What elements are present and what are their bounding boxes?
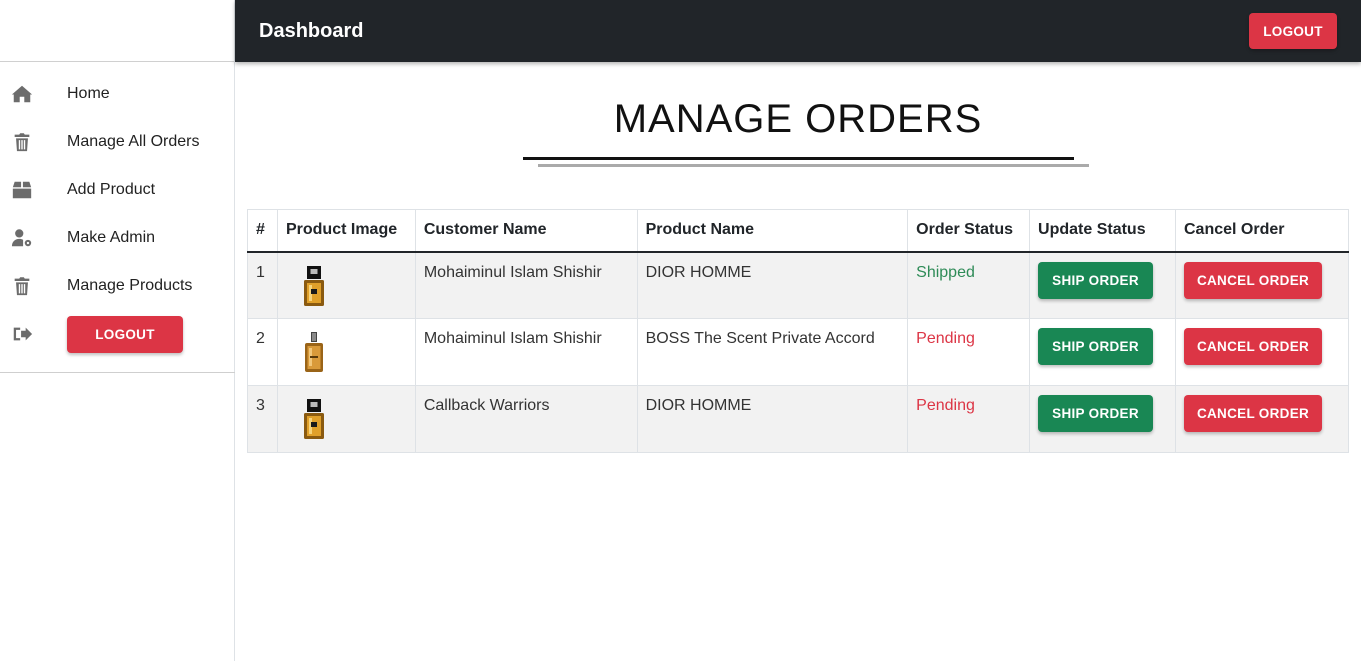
- main-content: MANAGE ORDERS # Product Image Customer N…: [235, 62, 1361, 453]
- perfume-bottle-image: [303, 399, 324, 439]
- update-status-cell: SHIP ORDER: [1029, 318, 1176, 386]
- title-underline: [523, 157, 1074, 160]
- trash-icon: [10, 274, 34, 298]
- table-row: 3 Callback Warriors DIOR HOMME Pending S…: [247, 385, 1349, 453]
- product-image-cell: [276, 385, 416, 453]
- cancel-order-button[interactable]: CANCEL ORDER: [1184, 328, 1322, 365]
- ship-order-button[interactable]: SHIP ORDER: [1038, 395, 1154, 432]
- title-underline-shadow: [538, 164, 1089, 167]
- column-header-update-status: Update Status: [1029, 209, 1176, 253]
- cancel-order-cell: CANCEL ORDER: [1175, 318, 1349, 386]
- column-header-number: #: [247, 209, 278, 253]
- column-header-product-image: Product Image: [276, 209, 416, 253]
- top-header: Dashboard LOGOUT: [235, 0, 1361, 62]
- perfume-bottle-image: [303, 265, 324, 306]
- column-header-customer-name: Customer Name: [414, 209, 638, 253]
- sidebar-item-home[interactable]: Home: [0, 70, 234, 118]
- product-name: DIOR HOMME: [636, 385, 909, 453]
- cancel-order-cell: CANCEL ORDER: [1175, 385, 1349, 453]
- sidebar-item-label: Add Product: [67, 181, 156, 198]
- column-header-order-status: Order Status: [907, 209, 1031, 253]
- cancel-order-button[interactable]: CANCEL ORDER: [1184, 261, 1322, 299]
- column-header-cancel-order: Cancel Order: [1175, 209, 1349, 253]
- update-status-cell: SHIP ORDER: [1029, 251, 1176, 319]
- table-header-row: # Product Image Customer Name Product Na…: [247, 209, 1349, 253]
- cancel-order-cell: CANCEL ORDER: [1175, 251, 1349, 319]
- sidebar-item-manage-products[interactable]: Manage Products: [0, 262, 234, 310]
- row-number: 2: [247, 318, 278, 386]
- sidebar-item-add-product[interactable]: Add Product: [0, 166, 234, 214]
- product-name: BOSS The Scent Private Accord: [636, 318, 909, 386]
- order-status: Pending: [907, 318, 1031, 386]
- header-logout-button[interactable]: LOGOUT: [1249, 13, 1337, 49]
- sidebar-top: [0, 0, 234, 62]
- perfume-bottle-image: [304, 332, 323, 372]
- trash-icon: [10, 130, 34, 154]
- customer-name: Mohaiminul Islam Shishir: [414, 318, 638, 386]
- row-number: 1: [247, 251, 278, 319]
- update-status-cell: SHIP ORDER: [1029, 385, 1176, 453]
- sidebar-item-label: Manage All Orders: [67, 133, 200, 150]
- box-icon: [10, 178, 34, 202]
- order-status: Shipped: [907, 251, 1031, 319]
- cancel-order-button[interactable]: CANCEL ORDER: [1184, 395, 1322, 432]
- product-image-cell: [276, 251, 416, 319]
- row-number: 3: [247, 385, 278, 453]
- orders-table: # Product Image Customer Name Product Na…: [247, 209, 1349, 453]
- user-gear-icon: [10, 226, 34, 250]
- customer-name: Callback Warriors: [414, 385, 638, 453]
- page-header-title: Dashboard: [259, 19, 364, 42]
- order-status: Pending: [907, 385, 1031, 453]
- sign-out-icon: [10, 322, 34, 346]
- home-icon: [10, 82, 34, 106]
- product-image-cell: [276, 318, 416, 386]
- sidebar-item-make-admin[interactable]: Make Admin: [0, 214, 234, 262]
- page-title: MANAGE ORDERS: [613, 97, 983, 141]
- table-row: 1 Mohaiminul Islam Shishir DIOR HOMME Sh…: [247, 251, 1349, 319]
- sidebar-item-manage-all-orders[interactable]: Manage All Orders: [0, 118, 234, 166]
- product-name: DIOR HOMME: [636, 251, 909, 319]
- sidebar-item-label: Home: [67, 85, 110, 102]
- sidebar-divider: [0, 372, 235, 373]
- ship-order-button[interactable]: SHIP ORDER: [1038, 328, 1154, 365]
- table-row: 2 Mohaiminul Islam Shishir BOSS The Scen…: [247, 318, 1349, 386]
- column-header-product-name: Product Name: [636, 209, 909, 253]
- sidebar-item-logout: LOGOUT: [0, 310, 234, 358]
- customer-name: Mohaiminul Islam Shishir: [414, 251, 638, 319]
- sidebar: Home Manage All Orders Add Product Make …: [0, 0, 235, 661]
- sidebar-logout-button[interactable]: LOGOUT: [67, 315, 183, 353]
- ship-order-button[interactable]: SHIP ORDER: [1038, 261, 1154, 299]
- sidebar-item-label: Make Admin: [67, 229, 156, 246]
- sidebar-item-label: Manage Products: [67, 277, 193, 294]
- sidebar-nav: Home Manage All Orders Add Product Make …: [0, 70, 234, 358]
